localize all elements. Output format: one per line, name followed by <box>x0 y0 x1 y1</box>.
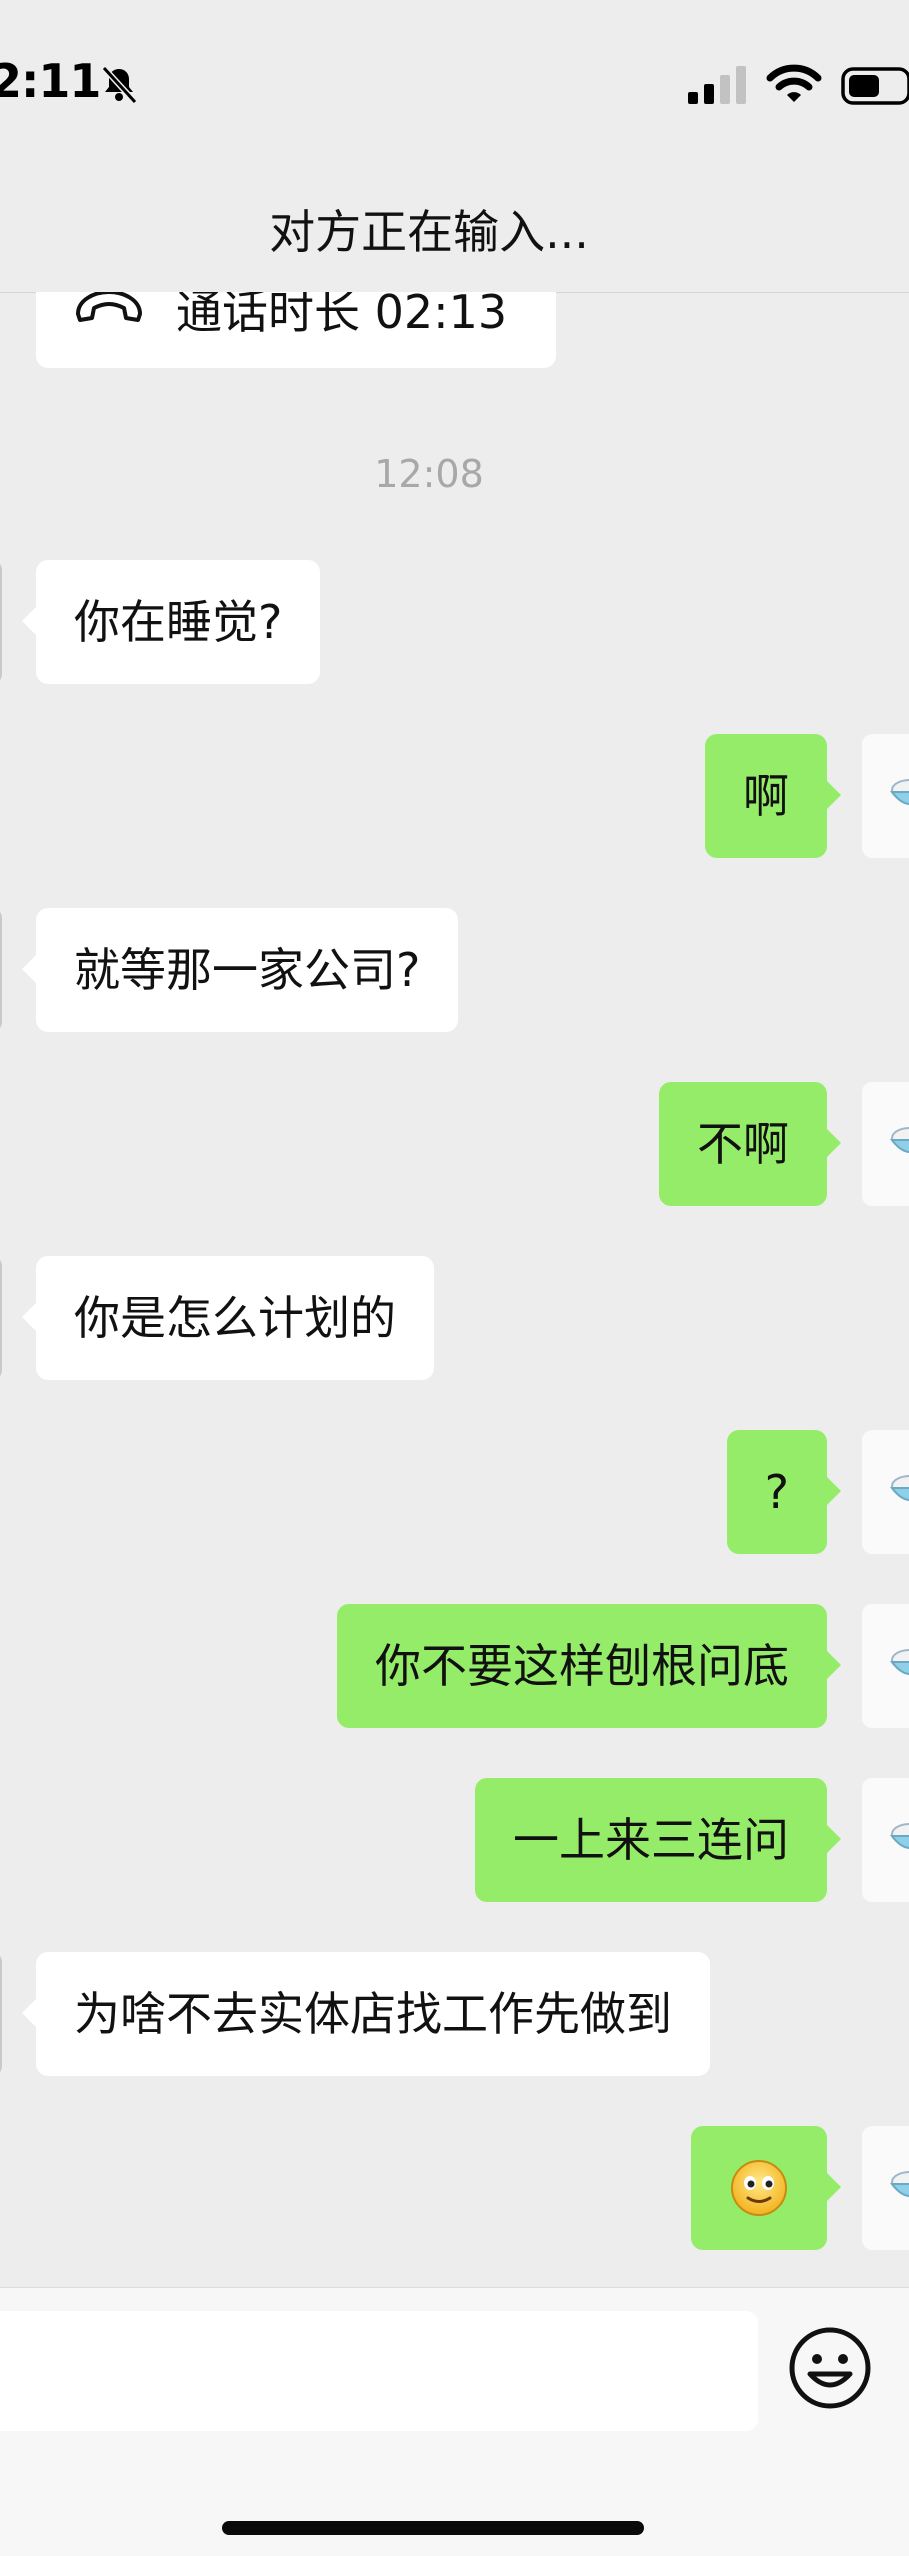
incoming-message-bubble[interactable]: 为啥不去实体店找工作先做到 <box>22 1952 710 2076</box>
rice-bowl-icon <box>889 2171 909 2197</box>
home-indicator[interactable] <box>222 2521 644 2535</box>
outgoing-message-bubble[interactable]: 啊 <box>705 734 841 858</box>
avatar[interactable] <box>0 1952 2 2076</box>
avatar[interactable] <box>0 908 2 1032</box>
avatar[interactable] <box>862 2126 909 2250</box>
outgoing-message-bubble[interactable]: ? <box>726 1430 842 1554</box>
status-time: 2:11 <box>0 54 101 108</box>
cellular-signal-icon <box>688 66 746 104</box>
nav-bar: 对方正在输入... <box>0 170 909 293</box>
input-bar <box>0 2287 909 2556</box>
smiley-face-icon[interactable] <box>786 2324 874 2412</box>
rice-bowl-icon <box>889 1649 909 1675</box>
battery-icon <box>841 67 909 105</box>
message-timestamp: 12:08 <box>374 452 484 496</box>
outgoing-message-bubble[interactable] <box>691 2126 841 2250</box>
message-list[interactable]: 通话时长 02:13 12:08 你在睡觉? 啊 就等那一家公司? 不啊 你是怎… <box>0 292 909 2287</box>
call-duration-text: 通话时长 02:13 <box>176 292 508 339</box>
chat-title: 对方正在输入... <box>269 205 589 259</box>
chat-screen: 2:11 对方正在输入... 通话时长 02:13 12:08 你在睡觉? 啊 … <box>0 0 909 2556</box>
avatar[interactable] <box>0 1256 2 1380</box>
incoming-message-bubble[interactable]: 你在睡觉? <box>21 560 321 684</box>
avatar[interactable] <box>862 1430 909 1554</box>
outgoing-message-bubble[interactable]: 你不要这样刨根问底 <box>337 1604 841 1728</box>
avatar[interactable] <box>862 1082 909 1206</box>
avatar[interactable] <box>862 1778 909 1902</box>
wifi-icon <box>766 64 822 102</box>
bell-slash-icon <box>101 65 138 105</box>
outgoing-message-bubble[interactable]: 一上来三连问 <box>475 1778 841 1902</box>
phone-hangup-icon <box>76 292 142 322</box>
message-input[interactable] <box>0 2311 758 2431</box>
status-bar: 2:11 <box>0 0 909 170</box>
smiling-face-emoji <box>731 2159 787 2216</box>
call-record-bubble[interactable]: 通话时长 02:13 <box>36 292 556 368</box>
avatar[interactable] <box>862 734 909 858</box>
rice-bowl-icon <box>889 1127 909 1153</box>
rice-bowl-icon <box>889 1475 909 1501</box>
incoming-message-bubble[interactable]: 就等那一家公司? <box>21 908 459 1032</box>
outgoing-message-bubble[interactable]: 不啊 <box>659 1082 841 1206</box>
rice-bowl-icon <box>889 1823 909 1849</box>
avatar[interactable] <box>0 560 2 684</box>
rice-bowl-icon <box>889 779 909 805</box>
avatar[interactable] <box>862 1604 909 1728</box>
incoming-message-bubble[interactable]: 你是怎么计划的 <box>22 1256 434 1380</box>
